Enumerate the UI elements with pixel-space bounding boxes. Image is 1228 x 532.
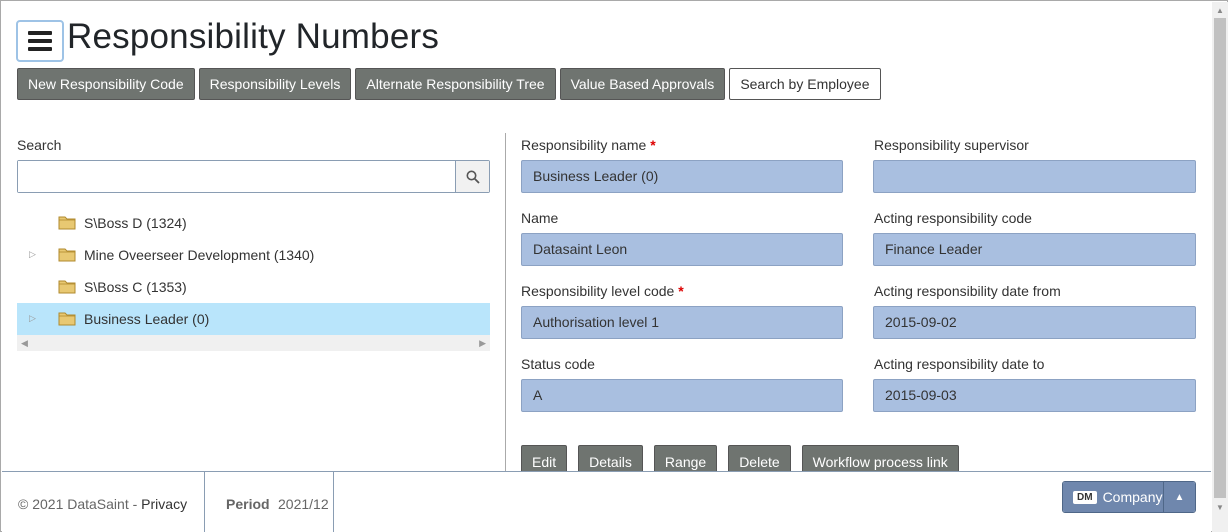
search-button[interactable] [455, 161, 489, 192]
name-label: Name [521, 210, 559, 226]
tree-node-label: Business Leader (0) [84, 311, 210, 327]
company-label: Company [1102, 489, 1163, 505]
responsibility-levels-button[interactable]: Responsibility Levels [198, 68, 352, 100]
privacy-link[interactable]: Privacy [141, 496, 187, 512]
range-button[interactable]: Range [653, 445, 718, 471]
required-marker: * [678, 283, 684, 299]
workflow-process-link-button[interactable]: Workflow process link [801, 445, 959, 471]
tree-node[interactable]: ▷ Mine Oveerseer Development (1340) [17, 239, 490, 271]
company-selector: DM Company ▲ [1062, 481, 1196, 513]
status-code-label: Status code [521, 356, 595, 372]
app-window: Responsibility Numbers New Responsibilit… [0, 0, 1228, 532]
footer-separator [333, 472, 334, 532]
acting-responsibility-code-label: Acting responsibility code [874, 210, 1032, 226]
action-buttons: Edit Details Range Delete Workflow proce… [521, 445, 959, 471]
responsibility-name-label-text: Responsibility name [521, 137, 647, 153]
details-button[interactable]: Details [578, 445, 643, 471]
edit-button[interactable]: Edit [521, 445, 568, 471]
alternate-responsibility-tree-button[interactable]: Alternate Responsibility Tree [355, 68, 556, 100]
responsibility-tree: S\Boss D (1324) ▷ Mine Oveerseer Develop… [17, 207, 490, 351]
search-icon [466, 170, 480, 184]
acting-date-to-label: Acting responsibility date to [874, 356, 1045, 372]
scroll-left-icon[interactable]: ◀ [21, 338, 28, 349]
search-label: Search [17, 137, 62, 153]
tree-node[interactable]: S\Boss D (1324) [17, 207, 490, 239]
responsibility-name-label: Responsibility name * [521, 137, 656, 153]
value-based-approvals-button[interactable]: Value Based Approvals [559, 68, 726, 100]
responsibility-name-field[interactable]: Business Leader (0) [521, 160, 843, 193]
folder-icon [58, 312, 76, 326]
folder-icon [58, 248, 76, 262]
acting-responsibility-code-field[interactable]: Finance Leader [873, 233, 1196, 266]
tree-node[interactable]: S\Boss C (1353) [17, 271, 490, 303]
vertical-scrollbar[interactable]: ▲ ▼ [1212, 2, 1228, 532]
new-responsibility-code-button[interactable]: New Responsibility Code [17, 68, 195, 100]
hamburger-menu-icon[interactable] [16, 20, 64, 62]
responsibility-level-code-label-text: Responsibility level code [521, 283, 675, 299]
name-field[interactable]: Datasaint Leon [521, 233, 843, 266]
delete-button[interactable]: Delete [728, 445, 791, 471]
page-title: Responsibility Numbers [67, 17, 440, 56]
search-by-employee-button[interactable]: Search by Employee [729, 68, 881, 100]
period-value: 2021/12 [278, 496, 329, 512]
folder-icon [58, 216, 76, 230]
tree-horizontal-scrollbar[interactable]: ◀ ▶ [17, 335, 490, 351]
scroll-down-icon[interactable]: ▼ [1216, 503, 1224, 512]
copyright: © 2021 DataSaint - Privacy [18, 496, 187, 512]
responsibility-supervisor-label: Responsibility supervisor [874, 137, 1029, 153]
caret-up-icon[interactable]: ▲ [1163, 482, 1195, 512]
responsibility-supervisor-field[interactable] [873, 160, 1196, 193]
search-box [17, 160, 490, 193]
tree-node-label: S\Boss C (1353) [84, 279, 187, 295]
required-marker: * [650, 137, 656, 153]
expand-arrow-icon[interactable]: ▷ [29, 313, 39, 325]
scroll-right-icon[interactable]: ▶ [479, 338, 486, 349]
company-badge: DM [1073, 490, 1097, 504]
copyright-text: © 2021 DataSaint - [18, 496, 142, 512]
responsibility-level-code-field[interactable]: Authorisation level 1 [521, 306, 843, 339]
status-code-field[interactable]: A [521, 379, 843, 412]
tree-node-label: S\Boss D (1324) [84, 215, 187, 231]
expand-arrow-icon[interactable]: ▷ [29, 249, 39, 261]
scroll-up-icon[interactable]: ▲ [1216, 6, 1224, 15]
acting-date-to-field[interactable]: 2015-09-03 [873, 379, 1196, 412]
top-nav-buttons: New Responsibility Code Responsibility L… [17, 68, 881, 100]
search-input[interactable] [18, 161, 455, 192]
tree-node-label: Mine Oveerseer Development (1340) [84, 247, 315, 263]
period-label: Period [226, 496, 270, 512]
company-button[interactable]: DM Company [1063, 482, 1163, 512]
footer: © 2021 DataSaint - Privacy Period 2021/1… [2, 471, 1211, 532]
responsibility-level-code-label: Responsibility level code * [521, 283, 684, 299]
tree-node-selected[interactable]: ▷ Business Leader (0) [17, 303, 490, 335]
footer-separator [204, 472, 205, 532]
acting-date-from-label: Acting responsibility date from [874, 283, 1061, 299]
folder-icon [58, 280, 76, 294]
panel-divider [505, 133, 506, 471]
acting-date-from-field[interactable]: 2015-09-02 [873, 306, 1196, 339]
scrollbar-thumb[interactable] [1214, 18, 1226, 498]
